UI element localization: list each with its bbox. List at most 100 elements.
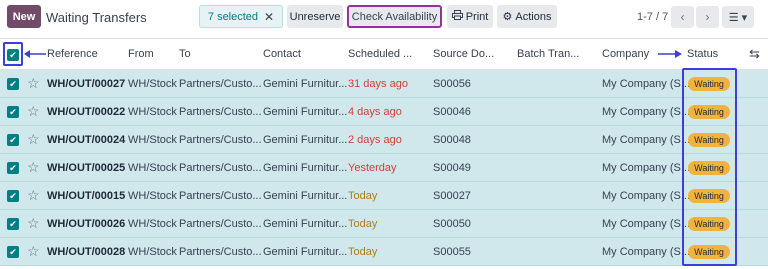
row-checkbox[interactable]: ✔ <box>7 218 19 230</box>
close-icon[interactable]: ✕ <box>264 10 274 24</box>
optional-columns-icon[interactable]: ⇆ <box>749 46 760 62</box>
cell-to: Partners/Custo... <box>179 162 262 174</box>
cell-source: S00056 <box>433 78 471 90</box>
cell-source: S00027 <box>433 190 471 202</box>
cell-contact: Gemini Furnitur... <box>263 162 348 174</box>
cell-source: S00050 <box>433 218 471 230</box>
star-icon[interactable]: ☆ <box>27 243 40 260</box>
view-switcher-button[interactable]: ☰ ▾ <box>722 6 754 28</box>
check-availability-button[interactable]: Check Availability <box>347 5 442 28</box>
table-row[interactable]: ✔ ☆ WH/OUT/00024 WH/Stock Partners/Custo… <box>0 126 768 154</box>
row-checkbox[interactable]: ✔ <box>7 134 19 146</box>
cell-reference: WH/OUT/00022 <box>47 106 126 118</box>
column-contact[interactable]: Contact <box>263 48 301 60</box>
unreserve-button[interactable]: Unreserve <box>287 5 343 28</box>
cell-to: Partners/Custo... <box>179 246 262 258</box>
cell-scheduled: 31 days ago <box>348 78 408 90</box>
arrow-right-icon <box>658 50 682 58</box>
column-company[interactable]: Company <box>602 48 649 60</box>
star-icon[interactable]: ☆ <box>27 103 40 120</box>
cell-to: Partners/Custo... <box>179 106 262 118</box>
row-checkbox[interactable]: ✔ <box>7 190 19 202</box>
star-icon[interactable]: ☆ <box>27 131 40 148</box>
pager-value[interactable]: 1-7 / 7 <box>637 11 668 23</box>
cell-from: WH/Stock <box>128 134 177 146</box>
column-batch-transfer[interactable]: Batch Tran... <box>517 48 579 60</box>
cell-reference: WH/OUT/00025 <box>47 162 126 174</box>
table-row[interactable]: ✔ ☆ WH/OUT/00028 WH/Stock Partners/Custo… <box>0 238 768 266</box>
star-icon[interactable]: ☆ <box>27 75 40 92</box>
selected-count: 7 selected <box>207 10 259 23</box>
chevron-right-icon[interactable]: › <box>696 6 719 28</box>
table-header: ✔ Reference From To Contact Scheduled ..… <box>0 38 768 70</box>
row-checkbox[interactable]: ✔ <box>7 246 19 258</box>
cell-reference: WH/OUT/00024 <box>47 134 126 146</box>
column-scheduled[interactable]: Scheduled ... <box>348 48 412 60</box>
cell-contact: Gemini Furnitur... <box>263 134 348 146</box>
star-icon[interactable]: ☆ <box>27 159 40 176</box>
cell-reference: WH/OUT/00026 <box>47 218 126 230</box>
cell-company: My Company (S... <box>602 106 691 118</box>
cell-scheduled: 4 days ago <box>348 106 402 118</box>
cell-reference: WH/OUT/00027 <box>47 78 126 90</box>
print-icon <box>451 10 463 23</box>
cell-from: WH/Stock <box>128 246 177 258</box>
actions-button[interactable]: ⚙ Actions <box>497 5 557 28</box>
cell-contact: Gemini Furnitur... <box>263 190 348 202</box>
cell-scheduled: Today <box>348 218 378 230</box>
row-checkbox[interactable]: ✔ <box>7 106 19 118</box>
cell-reference: WH/OUT/00015 <box>47 190 126 202</box>
star-icon[interactable]: ☆ <box>27 215 40 232</box>
column-to[interactable]: To <box>179 48 191 60</box>
actions-label: Actions <box>515 10 552 23</box>
status-column-highlight-box <box>682 68 737 266</box>
cell-from: WH/Stock <box>128 78 177 90</box>
table-row[interactable]: ✔ ☆ WH/OUT/00015 WH/Stock Partners/Custo… <box>0 182 768 210</box>
row-checkbox[interactable]: ✔ <box>7 162 19 174</box>
cell-source: S00049 <box>433 162 471 174</box>
cell-to: Partners/Custo... <box>179 134 262 146</box>
cell-scheduled: Today <box>348 246 378 258</box>
select-all-highlight-box <box>3 42 23 66</box>
cell-scheduled: Yesterday <box>348 162 397 174</box>
cell-source: S00046 <box>433 106 471 118</box>
cell-from: WH/Stock <box>128 190 177 202</box>
list-view-icon: ☰ ▾ <box>728 11 748 24</box>
cell-to: Partners/Custo... <box>179 190 262 202</box>
cell-from: WH/Stock <box>128 218 177 230</box>
table-row[interactable]: ✔ ☆ WH/OUT/00026 WH/Stock Partners/Custo… <box>0 210 768 238</box>
cell-to: Partners/Custo... <box>179 78 262 90</box>
gear-icon: ⚙ <box>502 11 513 23</box>
cell-from: WH/Stock <box>128 106 177 118</box>
control-panel: New Waiting Transfers 7 selected ✕ Unres… <box>0 0 768 38</box>
selection-badge[interactable]: 7 selected ✕ <box>199 5 283 28</box>
new-button[interactable]: New <box>7 5 41 28</box>
cell-company: My Company (S... <box>602 218 691 230</box>
cell-to: Partners/Custo... <box>179 218 262 230</box>
star-icon[interactable]: ☆ <box>27 187 40 204</box>
cell-company: My Company (S... <box>602 190 691 202</box>
column-status[interactable]: Status <box>687 48 718 60</box>
cell-company: My Company (S... <box>602 162 691 174</box>
column-source-document[interactable]: Source Do... <box>433 48 494 60</box>
column-reference[interactable]: Reference <box>47 48 98 60</box>
cell-company: My Company (S... <box>602 246 691 258</box>
arrow-left-icon <box>24 50 46 58</box>
cell-company: My Company (S... <box>602 134 691 146</box>
row-checkbox[interactable]: ✔ <box>7 78 19 90</box>
chevron-left-icon[interactable]: ‹ <box>671 6 694 28</box>
page-title: Waiting Transfers <box>46 10 147 25</box>
print-label: Print <box>465 10 489 23</box>
cell-scheduled: 2 days ago <box>348 134 402 146</box>
table-row[interactable]: ✔ ☆ WH/OUT/00027 WH/Stock Partners/Custo… <box>0 70 768 98</box>
cell-scheduled: Today <box>348 190 378 202</box>
cell-source: S00048 <box>433 134 471 146</box>
column-from[interactable]: From <box>128 48 154 60</box>
print-button[interactable]: Print <box>447 5 493 28</box>
cell-from: WH/Stock <box>128 162 177 174</box>
table-row[interactable]: ✔ ☆ WH/OUT/00022 WH/Stock Partners/Custo… <box>0 98 768 126</box>
table-row[interactable]: ✔ ☆ WH/OUT/00025 WH/Stock Partners/Custo… <box>0 154 768 182</box>
cell-contact: Gemini Furnitur... <box>263 218 348 230</box>
cell-source: S00055 <box>433 246 471 258</box>
cell-reference: WH/OUT/00028 <box>47 246 126 258</box>
